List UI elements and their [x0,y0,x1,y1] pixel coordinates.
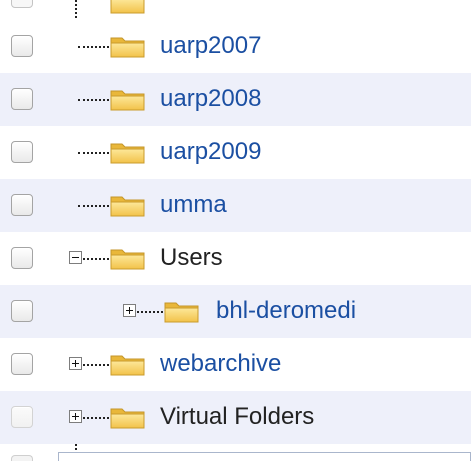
tree-connector [83,417,109,419]
tree-row: Virtual Folders [0,391,471,444]
folder-icon [110,193,146,217]
tree-row: uarp2009 [0,126,471,179]
folder-label-users[interactable]: Users [160,244,223,272]
tree-connector [83,364,109,366]
row-checkbox[interactable] [11,406,33,428]
tree-row: Users [0,232,471,285]
expand-icon[interactable] [69,357,82,370]
row-checkbox[interactable] [11,88,33,110]
folder-icon [110,34,146,58]
folder-label-uarp2009[interactable]: uarp2009 [160,138,261,166]
collapse-icon[interactable] [69,251,82,264]
tree-row: umma [0,179,471,232]
folder-label-bhl-deromedi[interactable]: bhl-deromedi [216,297,356,325]
tree-connector [78,205,109,207]
text-input[interactable] [58,452,471,461]
folder-icon [110,405,146,429]
folder-icon [110,140,146,164]
folder-icon [164,299,200,323]
folder-icon [110,246,146,270]
folder-label-uarp2008[interactable]: uarp2008 [160,85,261,113]
tree-row: uarp2007 [0,20,471,73]
row-checkbox[interactable] [11,194,33,216]
folder-label-webarchive[interactable]: webarchive [160,350,281,378]
folder-label-uarp2007[interactable]: uarp2007 [160,32,261,60]
tree-row: webarchive [0,338,471,391]
folder-label-umma[interactable]: umma [160,191,227,219]
row-checkbox[interactable] [11,35,33,57]
folder-label-virtual-folders[interactable]: Virtual Folders [160,403,314,431]
tree-row: uarp2008 [0,73,471,126]
tree-row: bhl-deromedi [0,285,471,338]
folder-tree: uarp2007 uarp2008 uarp2009 umma Users bh… [0,0,471,461]
checkbox[interactable] [11,0,33,8]
row-checkbox[interactable] [11,247,33,269]
expand-icon[interactable] [69,410,82,423]
tree-connector [137,311,163,313]
row-checkbox[interactable] [11,353,33,375]
tree-connector [78,46,109,48]
expand-icon[interactable] [123,304,136,317]
tree-connector [83,258,109,260]
row-checkbox[interactable] [11,300,33,322]
checkbox[interactable] [11,455,33,461]
folder-icon [110,87,146,111]
tree-connector [78,99,109,101]
tree-connector [78,152,109,154]
folder-icon [110,0,146,14]
row-checkbox[interactable] [11,141,33,163]
folder-icon [110,352,146,376]
